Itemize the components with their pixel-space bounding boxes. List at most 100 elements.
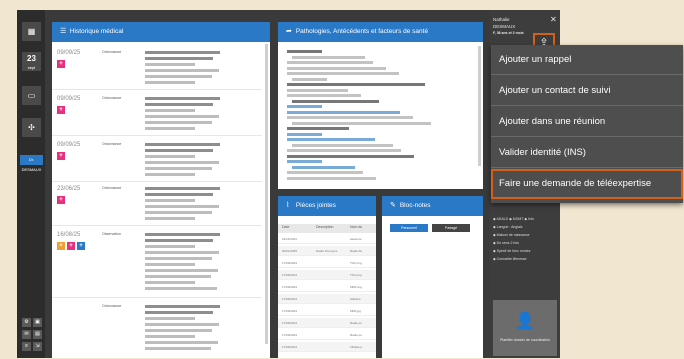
attachment-row[interactable]: 17/09/2024 Sideline (278, 294, 376, 304)
document-type-icon[interactable]: + (67, 242, 75, 250)
pathologies-scrollbar[interactable] (478, 46, 481, 166)
col-description[interactable]: Description (316, 225, 334, 229)
history-text-line (145, 103, 213, 106)
attachment-cell: Radio.bk (350, 249, 362, 253)
settings-icon[interactable]: ⚙ (22, 318, 31, 327)
attachment-row[interactable]: 17/09/2024 MRF.jpg (278, 306, 376, 316)
add-user-icon: 👤 (515, 313, 535, 330)
pathology-text-line (287, 105, 322, 108)
pathology-text-line (287, 50, 322, 53)
folder-icon[interactable]: ▤ (33, 330, 42, 339)
pathology-text-line (287, 154, 414, 158)
attachment-row[interactable]: 17/09/2024 TO3.png (278, 270, 376, 280)
history-text-line (145, 275, 211, 278)
inbox-icon[interactable]: ▭ (22, 86, 41, 105)
history-row[interactable]: Ordonnance (52, 300, 262, 358)
attachment-row[interactable]: 24/11/2024 asasrere (278, 234, 376, 244)
attachment-cell: Radio.pn (350, 321, 363, 325)
history-text-line (145, 69, 219, 72)
menu-item-add-contact[interactable]: Ajouter un contact de suivi (491, 76, 683, 106)
history-text-line (145, 155, 195, 158)
history-row[interactable]: 09/09/25 Ordonnance + (52, 138, 262, 182)
document-type-icon[interactable]: + (57, 106, 65, 114)
medical-history-header: ☰ Historique médical (52, 22, 270, 42)
history-text-line (145, 287, 217, 290)
patient-tag[interactable]: ◆ Langue : Anglais (493, 225, 523, 229)
attachments-table-header: Date Description Nom du (278, 224, 376, 233)
history-text-line (145, 121, 212, 124)
export-icon[interactable]: ⇲ (33, 342, 42, 351)
mail-icon[interactable]: ✉ (22, 330, 31, 339)
history-text-line (145, 251, 219, 254)
document-type-icon[interactable]: + (57, 196, 65, 204)
pathology-text-line (287, 66, 386, 70)
history-text-line (145, 205, 219, 208)
notes-personal-button[interactable]: Personnel (390, 224, 428, 232)
attachment-row[interactable]: 17/09/2024 Radio.pn (278, 318, 376, 328)
history-text-line (145, 199, 195, 202)
patient-tag[interactable]: ◆ Spécif de fonc nomes (493, 249, 530, 253)
document-type-icon[interactable]: + (57, 242, 65, 250)
history-date: 09/09/25 (57, 142, 81, 148)
doctor-badge[interactable]: Dr. DESMAUX (20, 155, 43, 172)
patient-tag[interactable]: ◆ Maison de naissance (493, 233, 530, 237)
attachment-row[interactable]: 30/01/2025 Radio Poumons Radio.bk (278, 246, 376, 256)
patient-tag[interactable]: ◆ Info (524, 217, 534, 221)
pathology-text-line (287, 138, 375, 141)
history-row[interactable]: 09/09/25 Ordonnance + (52, 46, 262, 90)
notes-shared-button[interactable]: Partagé (432, 224, 470, 232)
close-icon[interactable]: ✕ (550, 15, 557, 24)
team-icon[interactable]: ✣ (22, 118, 41, 137)
history-text-line (145, 269, 218, 272)
menu-item-add-reminder[interactable]: Ajouter un rappel (491, 45, 683, 75)
paperclip-icon: ⌇ (286, 202, 290, 209)
attachment-cell: 17/09/2024 (282, 345, 298, 349)
history-date: 09/09/25 (57, 50, 81, 56)
calendar-button[interactable]: 23 sept (22, 52, 41, 71)
col-date[interactable]: Date (282, 225, 289, 229)
attachment-row[interactable]: 17/09/2024 TO2.png (278, 258, 376, 268)
apps-grid-icon[interactable]: ▦ (22, 22, 41, 41)
patient-tag[interactable]: ◆ MGMT (509, 217, 524, 221)
menu-item-validate-ins[interactable]: Valider identité (INS) (491, 138, 683, 168)
document-type-icon[interactable]: + (57, 152, 65, 160)
history-text-line (145, 239, 213, 242)
attachment-cell: Radio Poumons (316, 249, 338, 253)
history-row[interactable]: 23/06/25 Ordonnance + (52, 182, 262, 226)
pathology-text-line (287, 149, 401, 152)
document-type-icon[interactable]: + (77, 242, 85, 250)
patient-tag[interactable]: ◆ ADALD (493, 217, 509, 221)
history-row[interactable]: 09/09/25 Ordonnance + (52, 92, 262, 136)
pathology-text-line (292, 55, 365, 59)
coordination-label: Planifier dossier de coordination (500, 338, 550, 342)
menu-item-teleexpertise[interactable]: Faire une demande de téléexpertise (491, 169, 683, 199)
print-icon[interactable]: ▣ (33, 318, 42, 327)
attachment-cell: 17/09/2024 (282, 309, 298, 313)
menu-item-add-meeting[interactable]: Ajouter dans une réunion (491, 107, 683, 137)
patient-tag[interactable]: ◆ De sens 2 fois (493, 241, 519, 245)
col-name[interactable]: Nom du (350, 225, 362, 229)
pathology-text-line (292, 99, 379, 103)
pathology-text-line (287, 132, 322, 136)
attachment-cell: 30/01/2025 (282, 249, 298, 253)
history-text-line (145, 257, 212, 260)
attachment-cell: MRF.png (350, 285, 363, 289)
app-window: ▦ 23 sept ▭ ✣ Dr. DESMAUX ⚙ ▣ ✉ ▤ ≡ ⇲ ☰ … (17, 10, 560, 358)
pathology-text-line (287, 116, 413, 119)
attachment-cell: MRF.jpg (350, 309, 362, 313)
document-type-icon[interactable]: + (57, 60, 65, 68)
history-scrollbar[interactable] (265, 44, 268, 344)
list-icon[interactable]: ≡ (22, 342, 31, 351)
pin-icon: ➦ (286, 28, 292, 35)
coordination-button[interactable]: 👤 Planifier dossier de coordination (493, 300, 557, 356)
attachment-row[interactable]: 17/09/2024 MRF.png (278, 282, 376, 292)
notes-header: ✎ Bloc-notes (382, 196, 483, 216)
history-row[interactable]: 16/08/25 Observation + + + (52, 228, 262, 298)
attachments-header: ⌇ Pièces jointes (278, 196, 376, 216)
attachment-row[interactable]: 17/09/2024 Infidele.p (278, 342, 376, 352)
attachment-cell: 17/09/2024 (282, 333, 298, 337)
history-text-line (145, 233, 220, 236)
patient-tag[interactable]: ◆ Connaitre lifenesse (493, 257, 527, 261)
pathology-text-line (287, 72, 399, 75)
attachment-row[interactable]: 17/09/2024 Radio.pn (278, 330, 376, 340)
